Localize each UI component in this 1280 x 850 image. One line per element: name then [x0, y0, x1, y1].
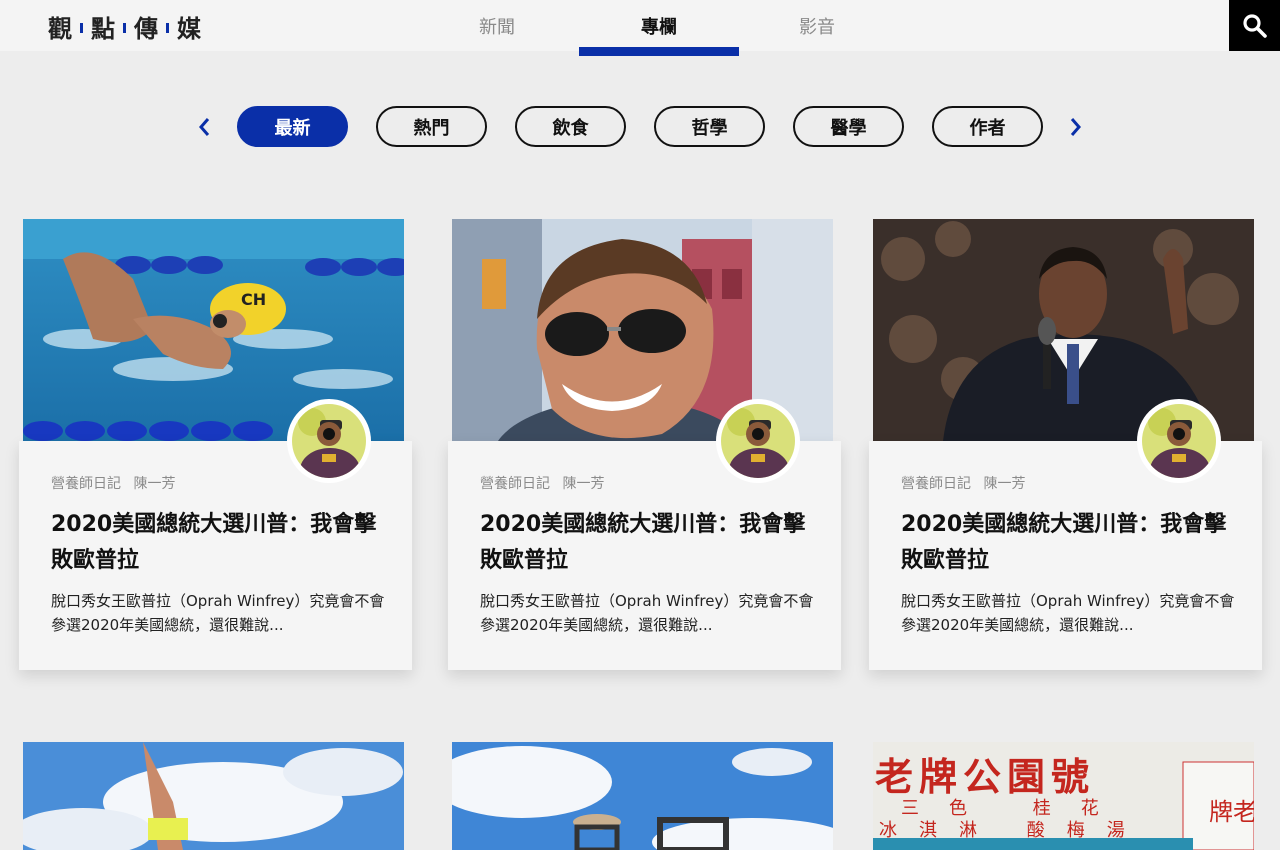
column-name[interactable]: 營養師日記 [480, 476, 550, 492]
category-authors[interactable]: 作者 [932, 106, 1043, 147]
category-food[interactable]: 飲食 [515, 106, 626, 147]
logo-char: 媒 [177, 14, 201, 43]
site-logo[interactable]: 觀 點 傳 媒 [48, 10, 201, 43]
category-philosophy[interactable]: 哲學 [654, 106, 765, 147]
search-button[interactable] [1229, 0, 1280, 51]
logo-separator [123, 23, 126, 33]
svg-text:CH: CH [241, 290, 266, 309]
category-prev-button[interactable] [194, 112, 214, 142]
author-avatar[interactable] [1137, 399, 1221, 483]
article-image-yoga[interactable] [23, 742, 404, 850]
shop-sign-title: 老牌公園號 [875, 754, 1096, 799]
shop-sign-line3: 冰淇淋 酸梅湯 [879, 820, 1147, 841]
author-name[interactable]: 陳一芳 [133, 476, 175, 492]
search-icon [1242, 13, 1267, 38]
active-tab-indicator [579, 47, 739, 56]
logo-separator [80, 23, 83, 33]
logo-separator [166, 23, 169, 33]
author-avatar[interactable] [716, 399, 800, 483]
category-next-button[interactable] [1066, 112, 1086, 142]
logo-char: 點 [91, 14, 115, 43]
logo-char: 傳 [134, 14, 158, 43]
article-title[interactable]: 2020美國總統大選川普：我會擊敗歐普拉 [901, 507, 1231, 579]
shop-sign-side: 牌老 [1209, 798, 1254, 826]
tab-video[interactable]: 影音 [737, 0, 897, 56]
category-popular[interactable]: 熱門 [376, 106, 487, 147]
author-name[interactable]: 陳一芳 [983, 476, 1025, 492]
category-medicine[interactable]: 醫學 [793, 106, 904, 147]
article-image-frames[interactable] [452, 742, 833, 850]
author-avatar[interactable] [287, 399, 371, 483]
top-header: 觀 點 傳 媒 新聞 專欄 影音 [0, 0, 1280, 56]
article-meta: 營養師日記 陳一芳 [51, 473, 175, 493]
chevron-left-icon [199, 118, 210, 136]
article-excerpt: 脫口秀女王歐普拉（Oprah Winfrey）究竟會不會參選2020年美國總統，… [480, 592, 814, 634]
article-image-shop-sign[interactable]: 老牌公園號 三色 桂花 冰淇淋 酸梅湯 牌老 [873, 742, 1254, 850]
logo-char: 觀 [48, 14, 72, 43]
tab-news[interactable]: 新聞 [417, 0, 577, 56]
chevron-right-icon [1070, 118, 1081, 136]
article-meta: 營養師日記 陳一芳 [901, 473, 1025, 493]
article-meta: 營養師日記 陳一芳 [480, 473, 604, 493]
article-excerpt: 脫口秀女王歐普拉（Oprah Winfrey）究竟會不會參選2020年美國總統，… [901, 592, 1235, 634]
column-name[interactable]: 營養師日記 [51, 476, 121, 492]
category-latest[interactable]: 最新 [237, 106, 348, 147]
article-excerpt: 脫口秀女王歐普拉（Oprah Winfrey）究竟會不會參選2020年美國總統，… [51, 592, 385, 634]
author-name[interactable]: 陳一芳 [562, 476, 604, 492]
article-title[interactable]: 2020美國總統大選川普：我會擊敗歐普拉 [480, 507, 810, 579]
column-name[interactable]: 營養師日記 [901, 476, 971, 492]
article-title[interactable]: 2020美國總統大選川普：我會擊敗歐普拉 [51, 507, 381, 579]
